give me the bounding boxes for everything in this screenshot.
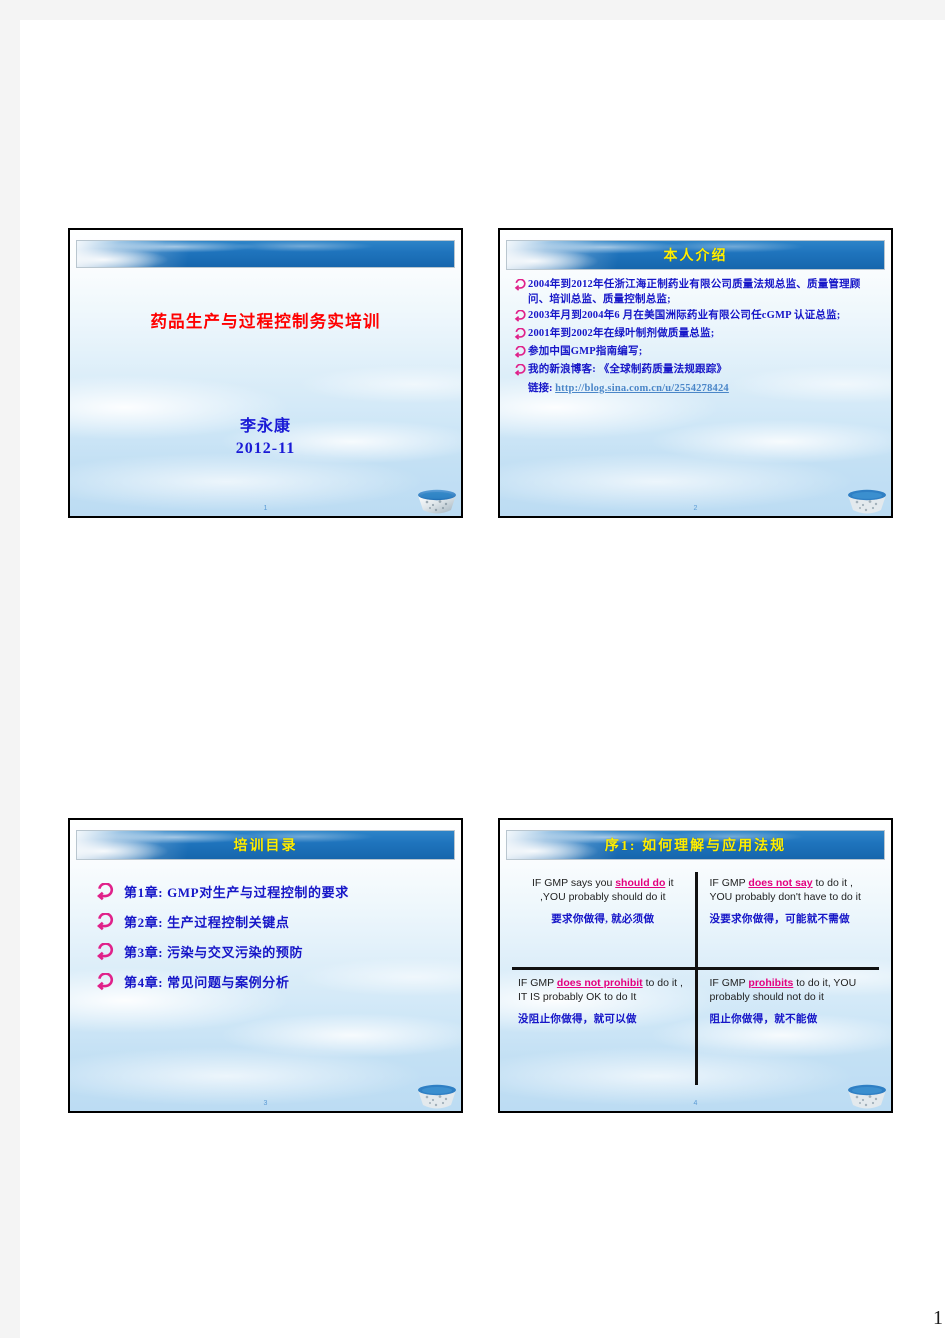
bowl-logo-icon: [845, 1081, 889, 1111]
list-item-label: 第4章: 常见问题与案例分析: [124, 974, 290, 990]
arrow-bullet-icon: [96, 883, 116, 903]
arrow-bullet-icon: [514, 310, 528, 325]
bowl-logo-icon: [415, 486, 459, 516]
slide-number: 2: [693, 505, 698, 512]
list-item-label: 我的新浪博客: 《全球制药质量法规跟踪》: [528, 364, 728, 375]
slide-2[interactable]: 本人介绍 2004年到2012年任浙江海正制药业有限公司质量法规总监、质量管理顾…: [498, 228, 893, 518]
arrow-bullet-icon: [514, 279, 528, 294]
quadrant-english-text: IF GMP does not say to do it , YOU proba…: [710, 876, 874, 904]
list-item: 第3章: 污染与交叉污染的预防: [96, 942, 451, 963]
matrix-quadrant-bottom-right: IF GMP prohibits to do it, YOU probably …: [696, 972, 882, 1068]
bowl-logo-icon: [845, 486, 889, 516]
quadrant-chinese-text: 没阻止你做得，就可以做: [518, 1014, 637, 1025]
blog-link-row: 链接: http://blog.sina.com.cn/u/2554278424: [528, 381, 881, 396]
slide-2-bullet-list: 2004年到2012年任浙江海正制药业有限公司质量法规总监、质量管理顾问、培训总…: [514, 278, 881, 396]
list-item-label: 参加中国GMP指南编写;: [528, 346, 643, 357]
slide-3-title-band: 培训目录: [76, 830, 455, 860]
arrow-bullet-icon: [96, 973, 116, 993]
slide-1-title-band: [76, 240, 455, 268]
q2-highlight: does not say: [748, 877, 813, 889]
arrow-bullet-icon: [514, 364, 528, 379]
matrix-quadrant-top-right: IF GMP does not say to do it , YOU proba…: [696, 872, 882, 968]
presentation-date: 2012-11: [235, 440, 296, 457]
list-item-label: 2003年月到2004年6 月在美国洲际药业有限公司任cGMP 认证总监;: [528, 310, 841, 321]
q4-highlight: prohibits: [748, 977, 794, 989]
quadrant-english-text: IF GMP prohibits to do it, YOU probably …: [710, 976, 874, 1004]
quadrant-english-text: IF GMP says you should do it ,YOU probab…: [518, 876, 688, 904]
slide-number: 3: [263, 1100, 268, 1107]
presentation-title: 药品生产与过程控制务实培训: [150, 312, 381, 331]
q3-pre: IF GMP: [518, 977, 557, 989]
slide-2-title-band: 本人介绍: [506, 240, 885, 270]
page-number: 1: [933, 1307, 943, 1329]
author-name: 李永康: [239, 418, 291, 435]
list-item-label: 第1章: GMP对生产与过程控制的要求: [124, 884, 349, 900]
presentation-author: 李永康 2012-11: [70, 416, 461, 460]
q4-pre: IF GMP: [709, 977, 749, 989]
list-item: 我的新浪博客: 《全球制药质量法规跟踪》: [514, 363, 881, 379]
list-item-label: 2004年到2012年任浙江海正制药业有限公司质量法规总监、质量管理顾问、培训总…: [528, 279, 861, 305]
bowl-logo-icon: [415, 1081, 459, 1111]
slide-3-title: 培训目录: [233, 839, 298, 854]
cloud-background: [70, 230, 461, 516]
list-item: 2004年到2012年任浙江海正制药业有限公司质量法规总监、质量管理顾问、培训总…: [514, 278, 881, 307]
blog-url-link[interactable]: http://blog.sina.com.cn/u/2554278424: [555, 383, 729, 394]
quadrant-chinese-text: 要求你做得, 就必须做: [551, 914, 655, 925]
q1-highlight: should do: [615, 877, 666, 889]
list-item: 第2章: 生产过程控制关键点: [96, 912, 451, 933]
list-item-label: 第3章: 污染与交叉污染的预防: [124, 944, 304, 960]
q3-highlight: does not prohibit: [556, 977, 643, 989]
list-item-label: 第2章: 生产过程控制关键点: [124, 914, 290, 930]
gmp-matrix: IF GMP says you should do it ,YOU probab…: [510, 868, 881, 1087]
arrow-bullet-icon: [96, 913, 116, 933]
q1-pre: IF GMP says you: [531, 877, 616, 889]
list-item: 第1章: GMP对生产与过程控制的要求: [96, 882, 451, 903]
list-item: 2003年月到2004年6 月在美国洲际药业有限公司任cGMP 认证总监;: [514, 309, 881, 325]
slide-number: 1: [263, 505, 268, 512]
quadrant-chinese-text: 没要求你做得，可能就不需做: [709, 914, 850, 925]
list-item: 2001年到2002年在绿叶制剂做质量总监;: [514, 327, 881, 343]
list-item: 第4章: 常见问题与案例分析: [96, 972, 451, 993]
link-label: 链接:: [528, 383, 553, 394]
slide-number: 4: [693, 1100, 698, 1107]
matrix-quadrant-top-left: IF GMP says you should do it ,YOU probab…: [510, 872, 696, 968]
arrow-bullet-icon: [514, 328, 528, 343]
list-item-label: 2001年到2002年在绿叶制剂做质量总监;: [528, 328, 715, 339]
slide-3[interactable]: 培训目录 第1章: GMP对生产与过程控制的要求 第2章: 生产过程控制关键点 …: [68, 818, 463, 1113]
quadrant-english-text: IF GMP does not prohibit to do it , IT I…: [518, 976, 688, 1004]
slide-3-bullet-list: 第1章: GMP对生产与过程控制的要求 第2章: 生产过程控制关键点 第3章: …: [96, 882, 451, 1002]
matrix-quadrant-bottom-left: IF GMP does not prohibit to do it , IT I…: [510, 972, 696, 1068]
handout-page: 药品生产与过程控制务实培训 李永康 2012-11 1 本人介绍 2004年到2…: [20, 20, 945, 1338]
slide-4-title: 序1: 如何理解与应用法规: [604, 839, 787, 854]
slide-2-title: 本人介绍: [663, 249, 728, 264]
slide-4-title-band: 序1: 如何理解与应用法规: [506, 830, 885, 860]
arrow-bullet-icon: [514, 346, 528, 361]
q2-pre: IF GMP: [709, 877, 749, 889]
slide-4[interactable]: 序1: 如何理解与应用法规 IF GMP says you should do …: [498, 818, 893, 1113]
list-item: 参加中国GMP指南编写;: [514, 345, 881, 361]
arrow-bullet-icon: [96, 943, 116, 963]
slide-1[interactable]: 药品生产与过程控制务实培训 李永康 2012-11 1: [68, 228, 463, 518]
quadrant-chinese-text: 阻止你做得，就不能做: [709, 1014, 818, 1025]
